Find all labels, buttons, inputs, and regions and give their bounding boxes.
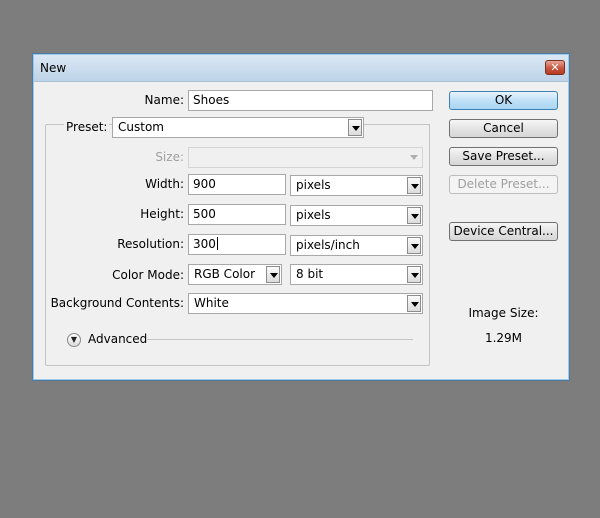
name-value: Shoes — [193, 93, 230, 107]
height-unit-select[interactable]: pixels — [290, 205, 423, 226]
width-unit-select[interactable]: pixels — [290, 175, 423, 196]
group-divider — [371, 124, 430, 125]
close-icon[interactable]: ✕ — [545, 60, 565, 75]
chevron-down-icon — [407, 177, 421, 194]
width-label: Width: — [145, 177, 184, 191]
height-unit-value: pixels — [296, 208, 331, 222]
resolution-input[interactable]: 300 — [188, 234, 286, 255]
advanced-divider — [147, 339, 413, 340]
preset-select[interactable]: Custom — [112, 117, 364, 138]
window-title: New — [40, 61, 67, 75]
color-mode-label: Color Mode: — [112, 268, 184, 282]
title-bar[interactable]: New ✕ — [34, 55, 568, 82]
bit-depth-value: 8 bit — [296, 267, 324, 281]
text-caret — [216, 237, 218, 250]
device-central-button[interactable]: Device Central... — [449, 222, 558, 241]
delete-preset-button: Delete Preset... — [449, 175, 558, 194]
height-input[interactable]: 500 — [188, 204, 286, 225]
name-label: Name: — [144, 93, 184, 107]
size-label: Size: — [155, 150, 184, 164]
image-size-value: 1.29M — [484, 331, 523, 345]
chevron-down-icon — [407, 149, 421, 166]
resolution-unit-value: pixels/inch — [296, 238, 360, 252]
background-contents-value: White — [194, 296, 229, 310]
chevron-down-icon — [407, 207, 421, 224]
chevron-down-icon — [348, 119, 362, 136]
width-unit-value: pixels — [296, 178, 331, 192]
chevron-down-icon — [266, 266, 280, 283]
size-select — [188, 147, 423, 168]
width-input[interactable]: 900 — [188, 174, 286, 195]
background-contents-select[interactable]: White — [188, 293, 423, 314]
advanced-label[interactable]: Advanced — [88, 332, 147, 346]
height-value: 500 — [193, 207, 216, 221]
preset-label: Preset: — [64, 120, 110, 134]
name-input[interactable]: Shoes — [188, 90, 433, 111]
preset-value: Custom — [118, 120, 164, 134]
chevron-down-icon — [407, 237, 421, 254]
cancel-button[interactable]: Cancel — [449, 119, 558, 138]
width-value: 900 — [193, 177, 216, 191]
image-size-label: Image Size: — [468, 306, 539, 320]
ok-button[interactable]: OK — [449, 91, 558, 110]
expand-advanced-icon[interactable]: ▼ — [67, 333, 81, 347]
color-mode-select[interactable]: RGB Color — [188, 264, 282, 285]
height-label: Height: — [140, 207, 184, 221]
bit-depth-select[interactable]: 8 bit — [290, 264, 423, 285]
resolution-label: Resolution: — [117, 237, 184, 251]
background-contents-label: Background Contents: — [50, 296, 184, 310]
resolution-value: 300 — [193, 237, 216, 251]
save-preset-button[interactable]: Save Preset... — [449, 147, 558, 166]
resolution-unit-select[interactable]: pixels/inch — [290, 235, 423, 256]
chevron-down-icon — [407, 295, 421, 312]
chevron-down-icon — [407, 266, 421, 283]
color-mode-value: RGB Color — [194, 267, 256, 281]
